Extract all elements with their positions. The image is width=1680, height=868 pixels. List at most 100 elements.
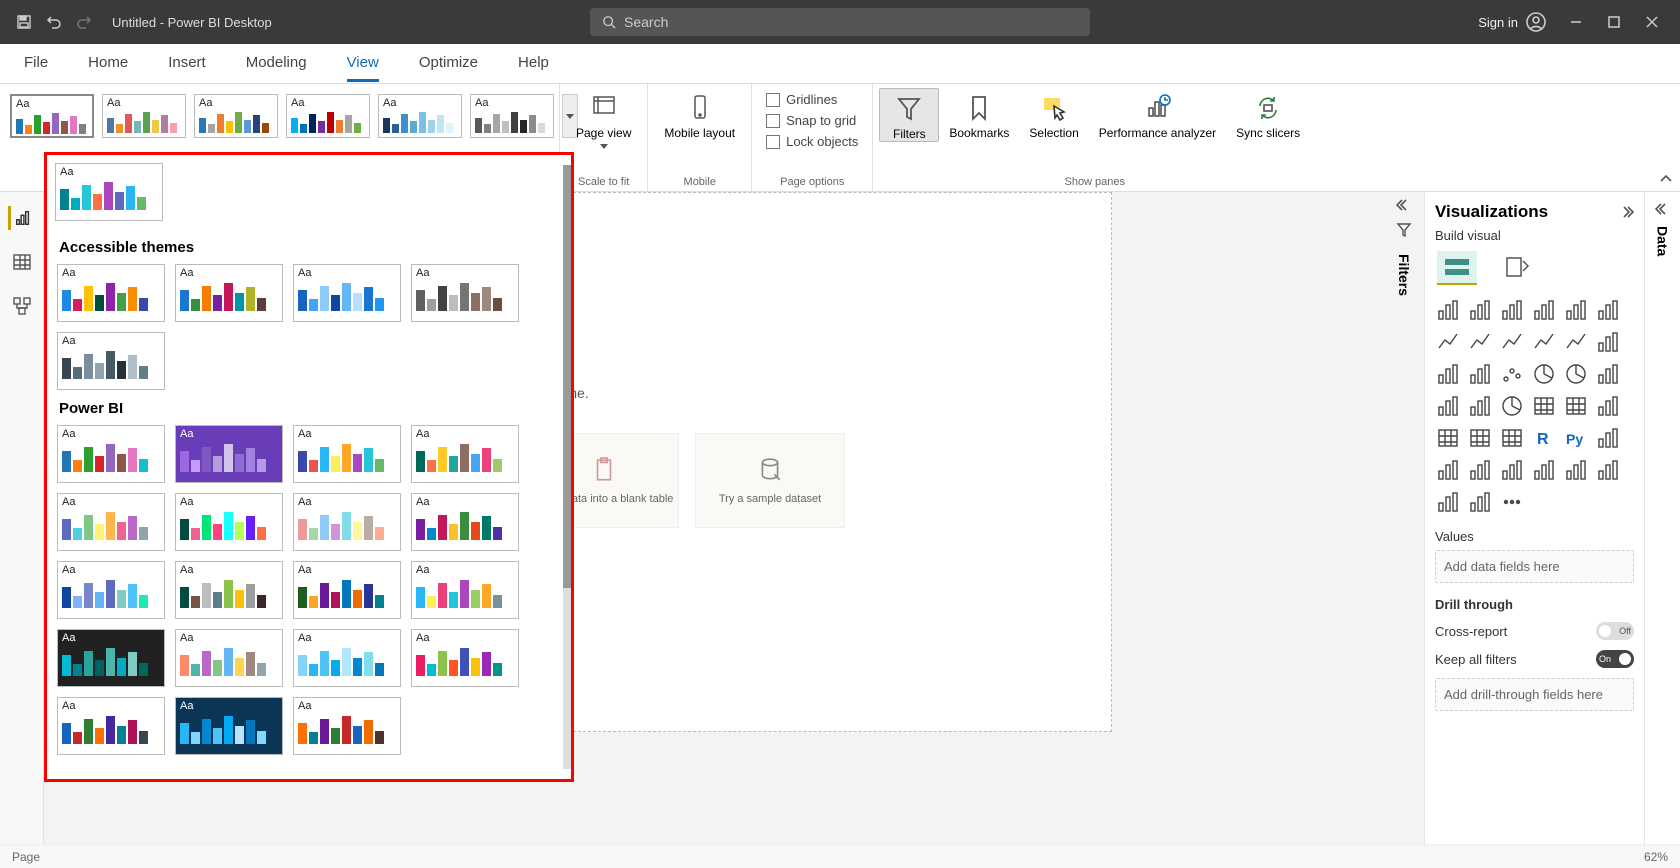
selection-button[interactable]: Selection [1019, 88, 1088, 140]
viz-multi-card[interactable] [1563, 393, 1589, 419]
viz-line-stacked[interactable] [1563, 329, 1589, 355]
viz-goals[interactable] [1531, 457, 1557, 483]
viz-diamond[interactable] [1435, 489, 1461, 515]
tab-view[interactable]: View [347, 46, 379, 82]
expand-right-icon[interactable] [1618, 205, 1634, 219]
theme-thumb[interactable]: Aa [286, 94, 370, 138]
gridlines-checkbox[interactable]: Gridlines [766, 92, 858, 107]
theme-thumb[interactable]: Aa [55, 163, 163, 221]
viz-donut[interactable] [1563, 361, 1589, 387]
theme-thumb[interactable]: Aa [57, 332, 165, 390]
sync-slicers-button[interactable]: Sync slicers [1226, 88, 1310, 140]
viz-key-influencers[interactable] [1595, 425, 1621, 451]
theme-thumb[interactable]: Aa [175, 561, 283, 619]
viz-matrix[interactable] [1499, 425, 1525, 451]
tab-home[interactable]: Home [88, 46, 128, 82]
theme-thumb[interactable]: Aa [102, 94, 186, 138]
tab-help[interactable]: Help [518, 46, 549, 82]
viz-paginated[interactable] [1563, 457, 1589, 483]
card-sample-dataset[interactable]: Try a sample dataset [695, 433, 845, 528]
viz-stacked-area[interactable] [1499, 329, 1525, 355]
theme-thumb[interactable]: Aa [57, 629, 165, 687]
viz-py-visual[interactable]: Py [1563, 425, 1589, 451]
minimize-icon[interactable] [1568, 14, 1584, 30]
theme-thumb[interactable]: Aa [411, 425, 519, 483]
tab-optimize[interactable]: Optimize [419, 46, 478, 82]
collapse-ribbon-icon[interactable] [1658, 171, 1674, 187]
theme-panel-scrollbar[interactable] [563, 165, 571, 769]
drill-through-dropzone[interactable]: Add drill-through fields here [1435, 678, 1634, 711]
build-visual-mode[interactable] [1437, 251, 1477, 285]
viz-r-visual[interactable]: R [1531, 425, 1557, 451]
page-view-button[interactable]: Page view [566, 88, 641, 149]
theme-thumb[interactable]: Aa [411, 493, 519, 551]
tab-insert[interactable]: Insert [168, 46, 206, 82]
theme-thumb[interactable]: Aa [57, 697, 165, 755]
viz-line[interactable] [1435, 329, 1461, 355]
model-view-icon[interactable] [10, 294, 34, 318]
theme-thumb[interactable]: Aa [57, 493, 165, 551]
theme-thumb[interactable]: Aa [175, 264, 283, 322]
viz-smart-narrative[interactable] [1499, 457, 1525, 483]
tab-file[interactable]: File [24, 46, 48, 82]
theme-thumb[interactable]: Aa [411, 561, 519, 619]
maximize-icon[interactable] [1606, 14, 1622, 30]
report-view-icon[interactable] [8, 206, 32, 230]
viz-slicer[interactable] [1435, 425, 1461, 451]
search-box[interactable]: Search [590, 8, 1090, 36]
viz-card[interactable] [1531, 393, 1557, 419]
viz-filled-map[interactable] [1467, 393, 1493, 419]
undo-icon[interactable] [46, 14, 62, 30]
viz-clustered-column[interactable] [1531, 297, 1557, 323]
theme-thumb[interactable]: Aa [57, 264, 165, 322]
theme-thumb[interactable]: Aa [293, 697, 401, 755]
save-icon[interactable] [16, 14, 32, 30]
filters-pane-button[interactable]: Filters [879, 88, 939, 142]
data-pane-collapsed[interactable]: Data [1644, 192, 1680, 844]
signin-button[interactable]: Sign in [1478, 12, 1546, 32]
close-icon[interactable] [1644, 14, 1660, 30]
viz-scatter[interactable] [1499, 361, 1525, 387]
lock-checkbox[interactable]: Lock objects [766, 134, 858, 149]
theme-thumb[interactable]: Aa [175, 629, 283, 687]
viz-decomposition[interactable] [1435, 457, 1461, 483]
theme-thumb[interactable]: Aa [293, 425, 401, 483]
viz-stacked-column[interactable] [1499, 297, 1525, 323]
viz-table[interactable] [1467, 425, 1493, 451]
viz-more[interactable] [1499, 489, 1525, 515]
theme-thumb[interactable]: Aa [57, 561, 165, 619]
format-visual-mode[interactable] [1497, 251, 1537, 285]
viz-waterfall[interactable] [1435, 361, 1461, 387]
theme-thumb[interactable]: Aa [411, 629, 519, 687]
snap-checkbox[interactable]: Snap to grid [766, 113, 858, 128]
values-dropzone[interactable]: Add data fields here [1435, 550, 1634, 583]
bookmarks-button[interactable]: Bookmarks [939, 88, 1019, 140]
theme-thumb[interactable]: Aa [194, 94, 278, 138]
theme-thumb[interactable]: Aa [293, 493, 401, 551]
tab-modeling[interactable]: Modeling [246, 46, 307, 82]
viz-diamond2[interactable] [1467, 489, 1493, 515]
viz-map[interactable] [1435, 393, 1461, 419]
cross-report-toggle[interactable]: Off [1596, 622, 1634, 640]
viz-stacked-bar[interactable] [1435, 297, 1461, 323]
theme-thumb[interactable]: Aa [293, 561, 401, 619]
theme-thumb[interactable]: Aa [378, 94, 462, 138]
theme-thumb[interactable]: Aa [57, 425, 165, 483]
viz-treemap[interactable] [1595, 361, 1621, 387]
theme-thumb[interactable]: Aa [10, 94, 94, 138]
viz-kpi[interactable] [1595, 393, 1621, 419]
viz-pie[interactable] [1531, 361, 1557, 387]
mobile-layout-button[interactable]: Mobile layout [654, 88, 745, 140]
theme-thumb[interactable]: Aa [411, 264, 519, 322]
theme-thumb[interactable]: Aa [175, 493, 283, 551]
theme-thumb[interactable]: Aa [293, 629, 401, 687]
viz-area[interactable] [1467, 329, 1493, 355]
redo-icon[interactable] [76, 14, 92, 30]
viz-qa[interactable] [1467, 457, 1493, 483]
viz-line-clustered[interactable] [1531, 329, 1557, 355]
theme-thumb[interactable]: Aa [175, 697, 283, 755]
viz-funnel[interactable] [1467, 361, 1493, 387]
theme-thumb[interactable]: Aa [175, 425, 283, 483]
viz-ribbon[interactable] [1595, 329, 1621, 355]
viz-power-automate[interactable] [1595, 457, 1621, 483]
